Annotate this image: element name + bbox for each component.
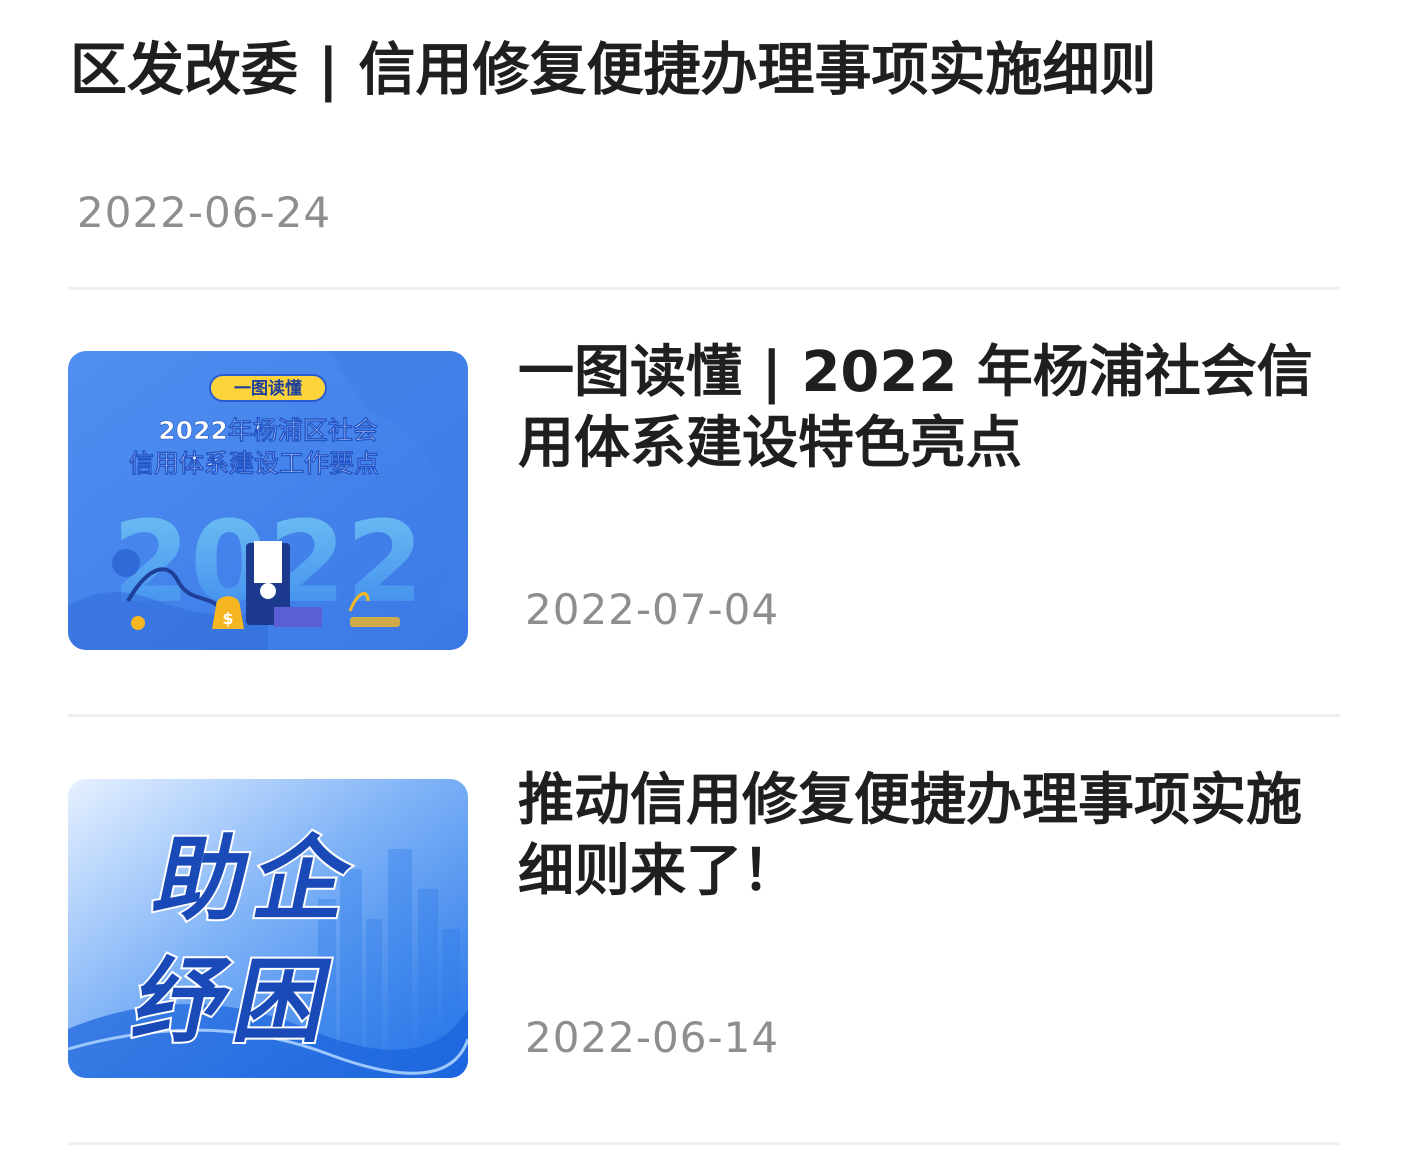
article-date: 2022-06-24	[77, 188, 332, 237]
svg-text:$: $	[222, 609, 233, 628]
article-thumbnail[interactable]: 一图读懂 2022年杨浦区社会 信用体系建设工作要点 2022 $	[68, 351, 468, 650]
article-date: 2022-06-14	[525, 1013, 780, 1062]
divider	[68, 714, 1340, 717]
thumbnail-line-2: 纾困	[125, 948, 348, 1055]
article-title[interactable]: 一图读懂 | 2022 年杨浦社会信用体系建设特色亮点	[518, 337, 1340, 479]
thumbnail-line-1: 2022年杨浦区社会	[158, 416, 378, 445]
thumbnail-image-support-enterprises: 助企 纾困	[68, 779, 468, 1078]
article-thumbnail[interactable]: 助企 纾困	[68, 779, 468, 1078]
article-title[interactable]: 区发改委 | 信用修复便捷办理事项实施细则	[70, 30, 1157, 110]
article-item-1[interactable]: 区发改委 | 信用修复便捷办理事项实施细则 2022-06-24	[68, 0, 1340, 288]
article-item-2[interactable]: 一图读懂 2022年杨浦区社会 信用体系建设工作要点 2022 $ 一图读懂 |…	[68, 340, 1340, 651]
article-title[interactable]: 推动信用修复便捷办理事项实施细则来了！	[518, 765, 1340, 907]
article-date: 2022-07-04	[525, 585, 780, 634]
article-item-3[interactable]: 助企 纾困 推动信用修复便捷办理事项实施细则来了！ 2022-06-14	[68, 768, 1340, 1079]
thumbnail-line-1: 助企	[145, 826, 368, 933]
thumbnail-line-2: 信用体系建设工作要点	[129, 449, 379, 478]
divider	[68, 287, 1340, 290]
article-list: 区发改委 | 信用修复便捷办理事项实施细则 2022-06-24 一图读懂 20…	[0, 0, 1407, 1162]
thumbnail-badge: 一图读懂	[234, 378, 302, 399]
divider	[68, 1142, 1340, 1145]
thumbnail-image-credit-system: 一图读懂 2022年杨浦区社会 信用体系建设工作要点 2022 $	[68, 351, 468, 650]
